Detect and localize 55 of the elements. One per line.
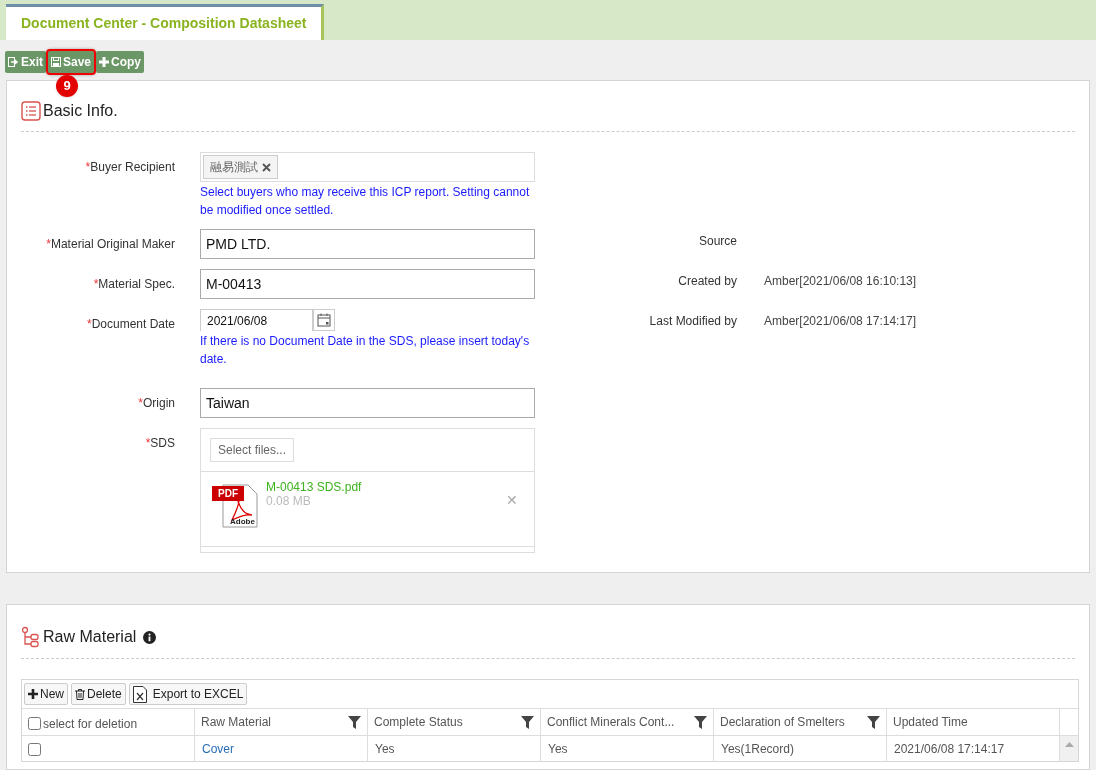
filter-icon[interactable] — [348, 715, 361, 729]
exit-icon — [8, 57, 19, 67]
close-icon[interactable] — [262, 162, 271, 172]
info-label: Created by — [677, 273, 737, 290]
select-files-button[interactable]: Select files... — [210, 438, 295, 462]
text-field[interactable]: PMD LTD. — [200, 229, 535, 259]
table-cell: Yes(1Record) — [714, 736, 887, 761]
tag-chip: 融易測試 — [203, 155, 278, 179]
info-label: Source — [697, 233, 737, 250]
info-icon — [143, 630, 157, 644]
scrollbar[interactable] — [1060, 736, 1078, 761]
field-label: *Buyer Recipient — [84, 159, 176, 176]
delete-button[interactable]: Delete — [71, 683, 126, 705]
field-label: *Material Spec. — [92, 276, 176, 293]
hint-text: Select buyers who may receive this ICP report. Setting cannot be modified once settled. — [200, 184, 531, 219]
info-value: Amber[2021/06/08 16:10:13] — [763, 273, 917, 290]
field-label: *Origin — [137, 395, 176, 412]
filter-icon[interactable] — [694, 715, 707, 729]
file-size: 0.08 MB — [266, 494, 312, 508]
select-all-checkbox[interactable] — [28, 717, 41, 730]
table-cell: Yes — [368, 736, 541, 761]
new-button[interactable]: New — [24, 683, 68, 705]
excel-button[interactable]: Export to EXCEL — [128, 683, 248, 705]
table-cell: Yes — [541, 736, 714, 761]
material-link[interactable]: Cover — [195, 736, 368, 761]
column-header[interactable]: Conflict Minerals Cont... — [547, 713, 675, 731]
trash-icon — [75, 688, 85, 700]
date-field[interactable]: 2021/06/08 — [200, 309, 313, 331]
spreadsheet-file-icon — [132, 685, 147, 703]
calendar-icon — [317, 313, 331, 327]
text-field[interactable]: Taiwan — [200, 388, 535, 418]
text-field[interactable]: M-00413 — [200, 269, 535, 299]
hint-text: If there is no Document Date in the SDS, please insert today's date. — [200, 333, 531, 368]
info-label: Last Modified by — [648, 313, 737, 330]
column-header[interactable]: Complete Status — [374, 713, 463, 731]
filter-icon[interactable] — [867, 715, 880, 729]
column-header[interactable]: Raw Material — [201, 713, 272, 731]
plus-icon — [99, 57, 110, 67]
plus-icon — [28, 689, 38, 699]
filter-icon[interactable] — [521, 715, 534, 729]
list-icon — [21, 101, 41, 121]
row-checkbox[interactable] — [28, 743, 41, 756]
step-badge: 9 — [56, 75, 78, 97]
field-label: *Document Date — [85, 316, 176, 333]
column-header[interactable]: Updated Time — [893, 713, 968, 731]
section-title: Basic Info. — [43, 101, 118, 121]
column-header[interactable]: Declaration of Smelters — [720, 713, 845, 731]
field-label: *Material Original Maker — [45, 236, 176, 253]
tag-field[interactable]: 融易測試 — [200, 152, 535, 182]
hierarchy-icon — [21, 626, 41, 648]
column-header: select for deletion — [43, 715, 138, 733]
field-label: *SDS — [144, 435, 176, 452]
info-value: Amber[2021/06/08 17:14:17] — [763, 313, 917, 330]
section-title: Raw Material — [43, 627, 137, 647]
calendar-button[interactable] — [313, 309, 335, 331]
